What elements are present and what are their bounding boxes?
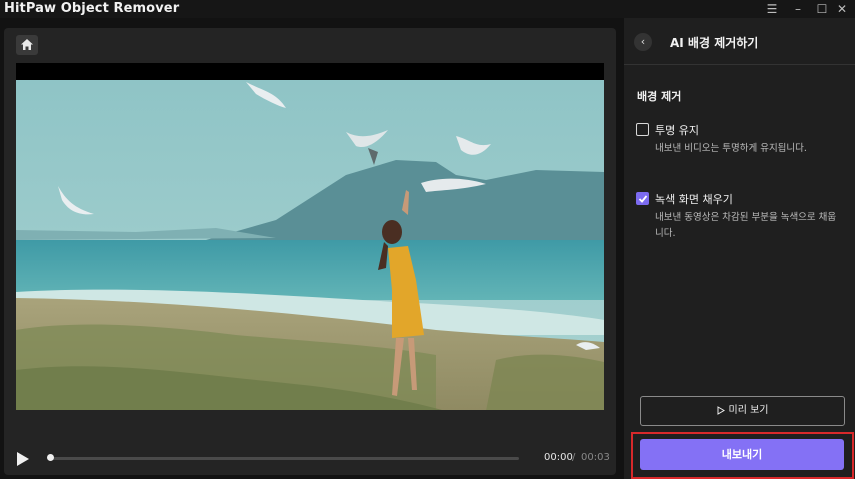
keep-transparent-description: 내보낸 비디오는 투명하게 유지됩니다.	[655, 143, 807, 154]
progress-bar[interactable]	[49, 457, 519, 460]
section-title: 배경 제거	[637, 90, 682, 103]
home-icon	[21, 39, 33, 50]
panel-header: ‹ AI 배경 제거하기	[624, 18, 855, 65]
video-frame-image	[16, 80, 604, 410]
green-fill-checkbox[interactable]	[636, 192, 649, 205]
play-icon[interactable]	[16, 451, 30, 467]
preview-button[interactable]: 미리 보기	[640, 396, 845, 426]
keep-transparent-label[interactable]: 투명 유지	[655, 122, 699, 138]
menu-icon[interactable]: ☰	[759, 0, 785, 18]
progress-handle[interactable]	[47, 454, 54, 461]
home-button[interactable]	[16, 35, 38, 55]
time-separator: /	[572, 452, 576, 463]
export-button[interactable]: 내보내기	[640, 439, 844, 470]
keep-transparent-checkbox[interactable]	[636, 123, 649, 136]
minimize-icon[interactable]: –	[785, 0, 811, 18]
video-panel: 00:00 / 00:03	[4, 28, 616, 475]
preview-label: 미리 보기	[728, 405, 769, 416]
settings-panel: ‹ AI 배경 제거하기 배경 제거 투명 유지 내보낸 비디오는 투명하게 유…	[624, 18, 855, 479]
title-bar: HitPaw Object Remover ☰ – ☐ ✕	[0, 0, 855, 18]
close-icon[interactable]: ✕	[829, 0, 855, 18]
video-preview[interactable]	[16, 63, 604, 410]
total-time: 00:03	[581, 452, 610, 463]
green-fill-description: 내보낸 동영상은 차감된 부분을 녹색으로 채웁니다.	[655, 212, 837, 239]
playback-controls: 00:00 / 00:03	[4, 442, 616, 475]
panel-title: AI 배경 제거하기	[670, 36, 759, 50]
green-fill-label[interactable]: 녹색 화면 채우기	[655, 191, 733, 207]
play-outline-icon	[717, 405, 725, 415]
current-time: 00:00	[544, 452, 573, 463]
app-title: HitPaw Object Remover	[4, 1, 180, 16]
check-icon	[638, 195, 648, 203]
back-button[interactable]: ‹	[634, 33, 652, 51]
